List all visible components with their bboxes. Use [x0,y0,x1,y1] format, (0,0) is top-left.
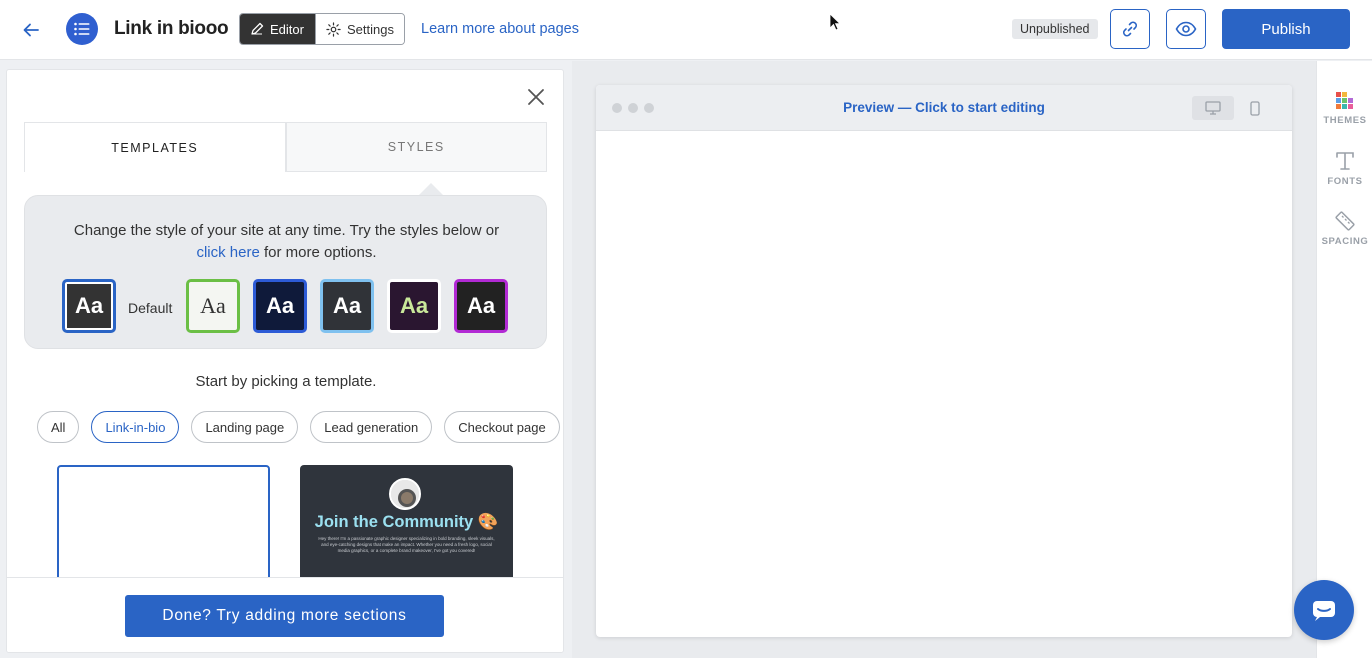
copy-link-button[interactable] [1110,9,1150,49]
arrow-left-icon [23,23,39,37]
mouse-cursor-icon [829,13,841,31]
pencil-icon [251,22,264,35]
style-swatch-charcoal-blue[interactable]: Aa [320,279,374,333]
eye-icon [1175,21,1197,37]
themes-icon [1336,92,1353,109]
style-swatch-navy[interactable]: Aa [253,279,307,333]
ruler-icon [1335,211,1355,231]
learn-more-link[interactable]: Learn more about pages [421,21,579,37]
more-options-link[interactable]: click here [196,244,259,261]
templates-panel: TEMPLATES STYLES Change the style of you… [6,69,564,653]
top-bar: Link in biooo Editor Settings Learn more… [0,0,1372,60]
device-toggle [1192,96,1276,120]
template-filter-chips: All Link-in-bio Landing page Lead genera… [37,411,560,443]
template-card-community[interactable]: Join the Community 🎨 Hey there! I'm a pa… [300,465,513,585]
template-description: Hey there! I'm a passionate graphic desi… [318,536,495,553]
style-box-pointer [419,183,443,195]
chat-icon [1313,601,1335,621]
filter-chip-checkout-page[interactable]: Checkout page [444,411,560,443]
desktop-view-button[interactable] [1192,96,1234,120]
style-description: Change the style of your site at any tim… [25,220,548,264]
link-icon [1123,21,1137,37]
filter-chip-link-in-bio[interactable]: Link-in-bio [91,411,180,443]
back-button[interactable] [18,17,44,43]
style-swatch-magenta[interactable]: Aa [454,279,508,333]
rail-fonts[interactable]: FONTS [1317,150,1372,187]
style-text-after: for more options. [259,244,377,261]
filter-chip-all[interactable]: All [37,411,80,443]
panel-tabs: TEMPLATES STYLES [24,122,547,172]
status-badge: Unpublished [1012,19,1098,39]
preview-toolbar: Preview — Click to start editing [596,85,1292,131]
avatar-image [391,480,419,508]
close-panel-button[interactable] [527,88,547,108]
gear-icon [326,21,341,37]
style-picker: Change the style of your site at any tim… [24,195,547,349]
rail-label-spacing: SPACING [1321,236,1369,247]
tab-styles[interactable]: STYLES [285,122,547,172]
template-title: Join the Community 🎨 [314,513,499,531]
filter-chip-lead-generation[interactable]: Lead generation [310,411,433,443]
rail-spacing[interactable]: SPACING [1317,210,1372,247]
style-swatch-plum[interactable]: Aa [387,279,441,333]
preview-button[interactable] [1166,9,1206,49]
add-sections-button[interactable]: Done? Try adding more sections [125,595,444,637]
settings-tab[interactable]: Settings [315,14,404,44]
settings-label: Settings [347,21,394,37]
preview-window[interactable]: Preview — Click to start editing [596,85,1292,637]
start-prompt: Start by picking a template. [195,373,377,390]
rail-themes[interactable]: THEMES [1317,89,1372,126]
page-title: Link in biooo [114,18,229,39]
editor-label: Editor [270,21,304,37]
style-swatch-light-green[interactable]: Aa [186,279,240,333]
page-menu-button[interactable] [66,13,98,45]
mobile-icon [1250,100,1260,116]
design-rail: THEMES FONTS SPACING [1316,61,1372,658]
panel-footer: Done? Try adding more sections [7,577,563,652]
mobile-view-button[interactable] [1234,96,1276,120]
rail-label-fonts: FONTS [1327,176,1363,187]
preview-title[interactable]: Preview — Click to start editing [596,100,1292,115]
style-swatch-default[interactable]: Aa [62,279,116,333]
editor-settings-toggle: Editor Settings [239,13,405,45]
close-icon [528,89,544,105]
default-style-label: Default [128,300,173,316]
list-icon [74,22,90,36]
editor-tab[interactable]: Editor [240,14,316,44]
desktop-icon [1205,101,1221,115]
rail-label-themes: THEMES [1323,115,1367,126]
filter-chip-landing-page[interactable]: Landing page [191,411,299,443]
template-card-blank[interactable] [57,465,270,585]
fonts-icon [1336,152,1354,170]
template-avatar [389,478,421,510]
style-text-before: Change the style of your site at any tim… [73,222,500,239]
tab-templates[interactable]: TEMPLATES [24,122,286,172]
chat-support-button[interactable] [1294,580,1354,640]
publish-button[interactable]: Publish [1222,9,1350,49]
